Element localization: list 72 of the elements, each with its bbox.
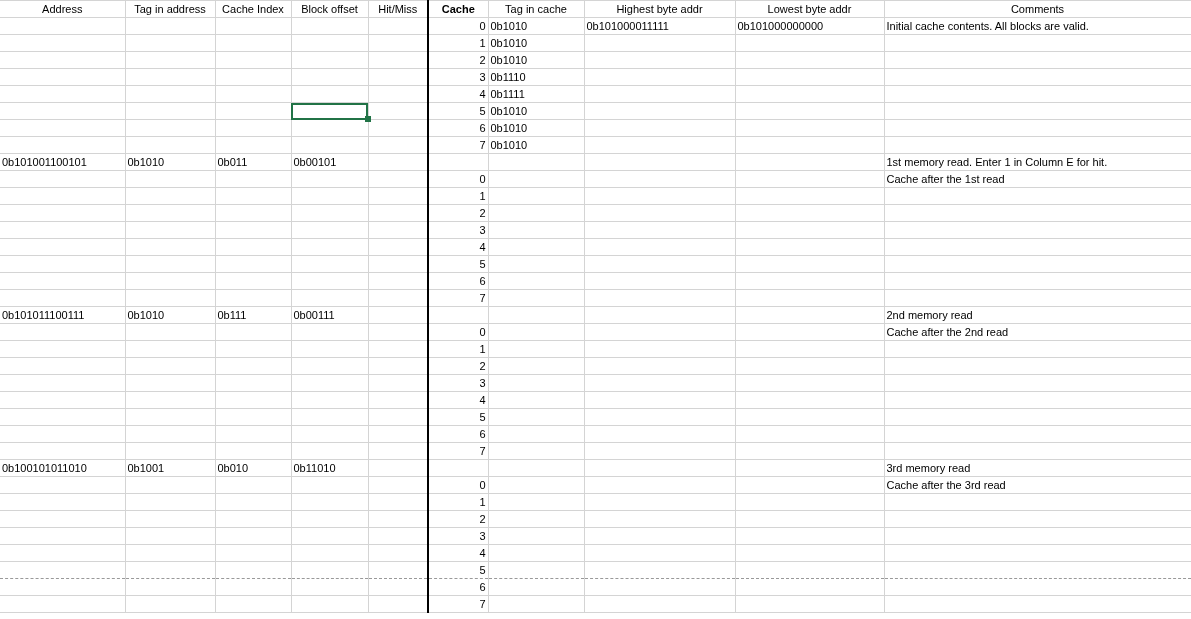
cache-index-cell: 5 — [479, 562, 486, 578]
column-header: Tag in cache — [505, 1, 567, 17]
cache-tag-cell: 0b1010 — [490, 35, 528, 51]
cache-tag-cell: 0b1010 — [490, 120, 528, 136]
cache-index-cell: 7 — [479, 137, 486, 153]
cache-index-cell: 4 — [479, 86, 486, 102]
column-header: Cache — [441, 1, 475, 17]
cache-index-cell: 3 — [479, 528, 486, 544]
cache-index-cell: 5 — [479, 256, 486, 272]
cache-index-cell: 2 — [479, 52, 486, 68]
cache-index-cell: 6 — [479, 120, 486, 136]
comment-cell: 1st memory read. Enter 1 in Column E for hit. — [886, 154, 1108, 170]
offset-cell: 0b11010 — [293, 460, 336, 476]
cache-index-cell: 6 — [479, 579, 486, 595]
cache-index-cell: 5 — [479, 409, 486, 425]
offset-cell: 0b00101 — [293, 154, 337, 170]
cache-tag-cell: 0b1010 — [490, 103, 528, 119]
index-cell: 0b111 — [217, 307, 247, 323]
column-header: Comments — [1010, 1, 1065, 17]
cache-index-cell: 4 — [479, 392, 486, 408]
cache-index-cell: 7 — [479, 596, 486, 612]
cache-index-cell: 2 — [479, 358, 486, 374]
column-header: Block offset — [301, 1, 358, 17]
cache-index-cell: 2 — [479, 205, 486, 221]
offset-cell: 0b00111 — [293, 307, 335, 323]
comment-cell: Cache after the 3rd read — [886, 477, 1006, 493]
lowest-addr-cell: 0b101000000000 — [737, 18, 824, 34]
cache-tag-cell: 0b1111 — [490, 86, 525, 102]
tag-cell: 0b1010 — [127, 307, 165, 323]
column-header: Address — [42, 1, 83, 17]
cache-index-cell: 1 — [479, 494, 486, 510]
cache-tag-cell: 0b1010 — [490, 52, 528, 68]
column-header: Cache Index — [222, 1, 284, 17]
cache-index-cell: 1 — [479, 35, 486, 51]
column-header: Highest byte addr — [616, 1, 703, 17]
cache-index-cell: 7 — [479, 443, 486, 459]
cache-index-cell: 4 — [479, 545, 486, 561]
cache-index-cell: 4 — [479, 239, 486, 255]
cache-index-cell: 2 — [479, 511, 486, 527]
column-header: Lowest byte addr — [767, 1, 852, 17]
cache-index-cell: 3 — [479, 222, 486, 238]
cache-index-cell: 6 — [479, 273, 486, 289]
index-cell: 0b010 — [217, 460, 249, 476]
comment-cell: Cache after the 2nd read — [886, 324, 1009, 340]
address-cell: 0b100101011010 — [2, 460, 87, 476]
comment-cell: 2nd memory read — [886, 307, 973, 323]
comment-cell: Cache after the 1st read — [886, 171, 1005, 187]
cache-index-cell: 6 — [479, 426, 486, 442]
cache-index-cell: 0 — [479, 18, 486, 34]
comment-cell: Initial cache contents. All blocks are valid. — [886, 18, 1089, 34]
tag-cell: 0b1001 — [127, 460, 165, 476]
cache-index-cell: 7 — [479, 290, 486, 306]
tag-cell: 0b1010 — [127, 154, 165, 170]
cache-tag-cell: 0b1010 — [490, 137, 528, 153]
cache-index-cell: 1 — [479, 188, 486, 204]
comment-cell: 3rd memory read — [886, 460, 971, 476]
column-header: Tag in address — [134, 1, 206, 17]
cache-index-cell: 0 — [479, 477, 486, 493]
cache-tag-cell: 0b1010 — [490, 18, 528, 34]
index-cell: 0b011 — [217, 154, 248, 170]
cache-index-cell: 3 — [479, 375, 486, 391]
cache-index-cell: 5 — [479, 103, 486, 119]
cache-index-cell: 3 — [479, 69, 486, 85]
address-cell: 0b101011100111 — [2, 307, 85, 323]
cache-index-cell: 1 — [479, 341, 486, 357]
address-cell: 0b101001100101 — [2, 154, 87, 170]
cache-tag-cell: 0b1110 — [490, 69, 526, 85]
highest-addr-cell: 0b101000011111 — [586, 18, 669, 34]
cache-index-cell: 0 — [479, 171, 486, 187]
selected-cell[interactable] — [291, 102, 368, 120]
cache-index-cell: 0 — [479, 324, 486, 340]
column-header: Hit/Miss — [378, 1, 418, 17]
